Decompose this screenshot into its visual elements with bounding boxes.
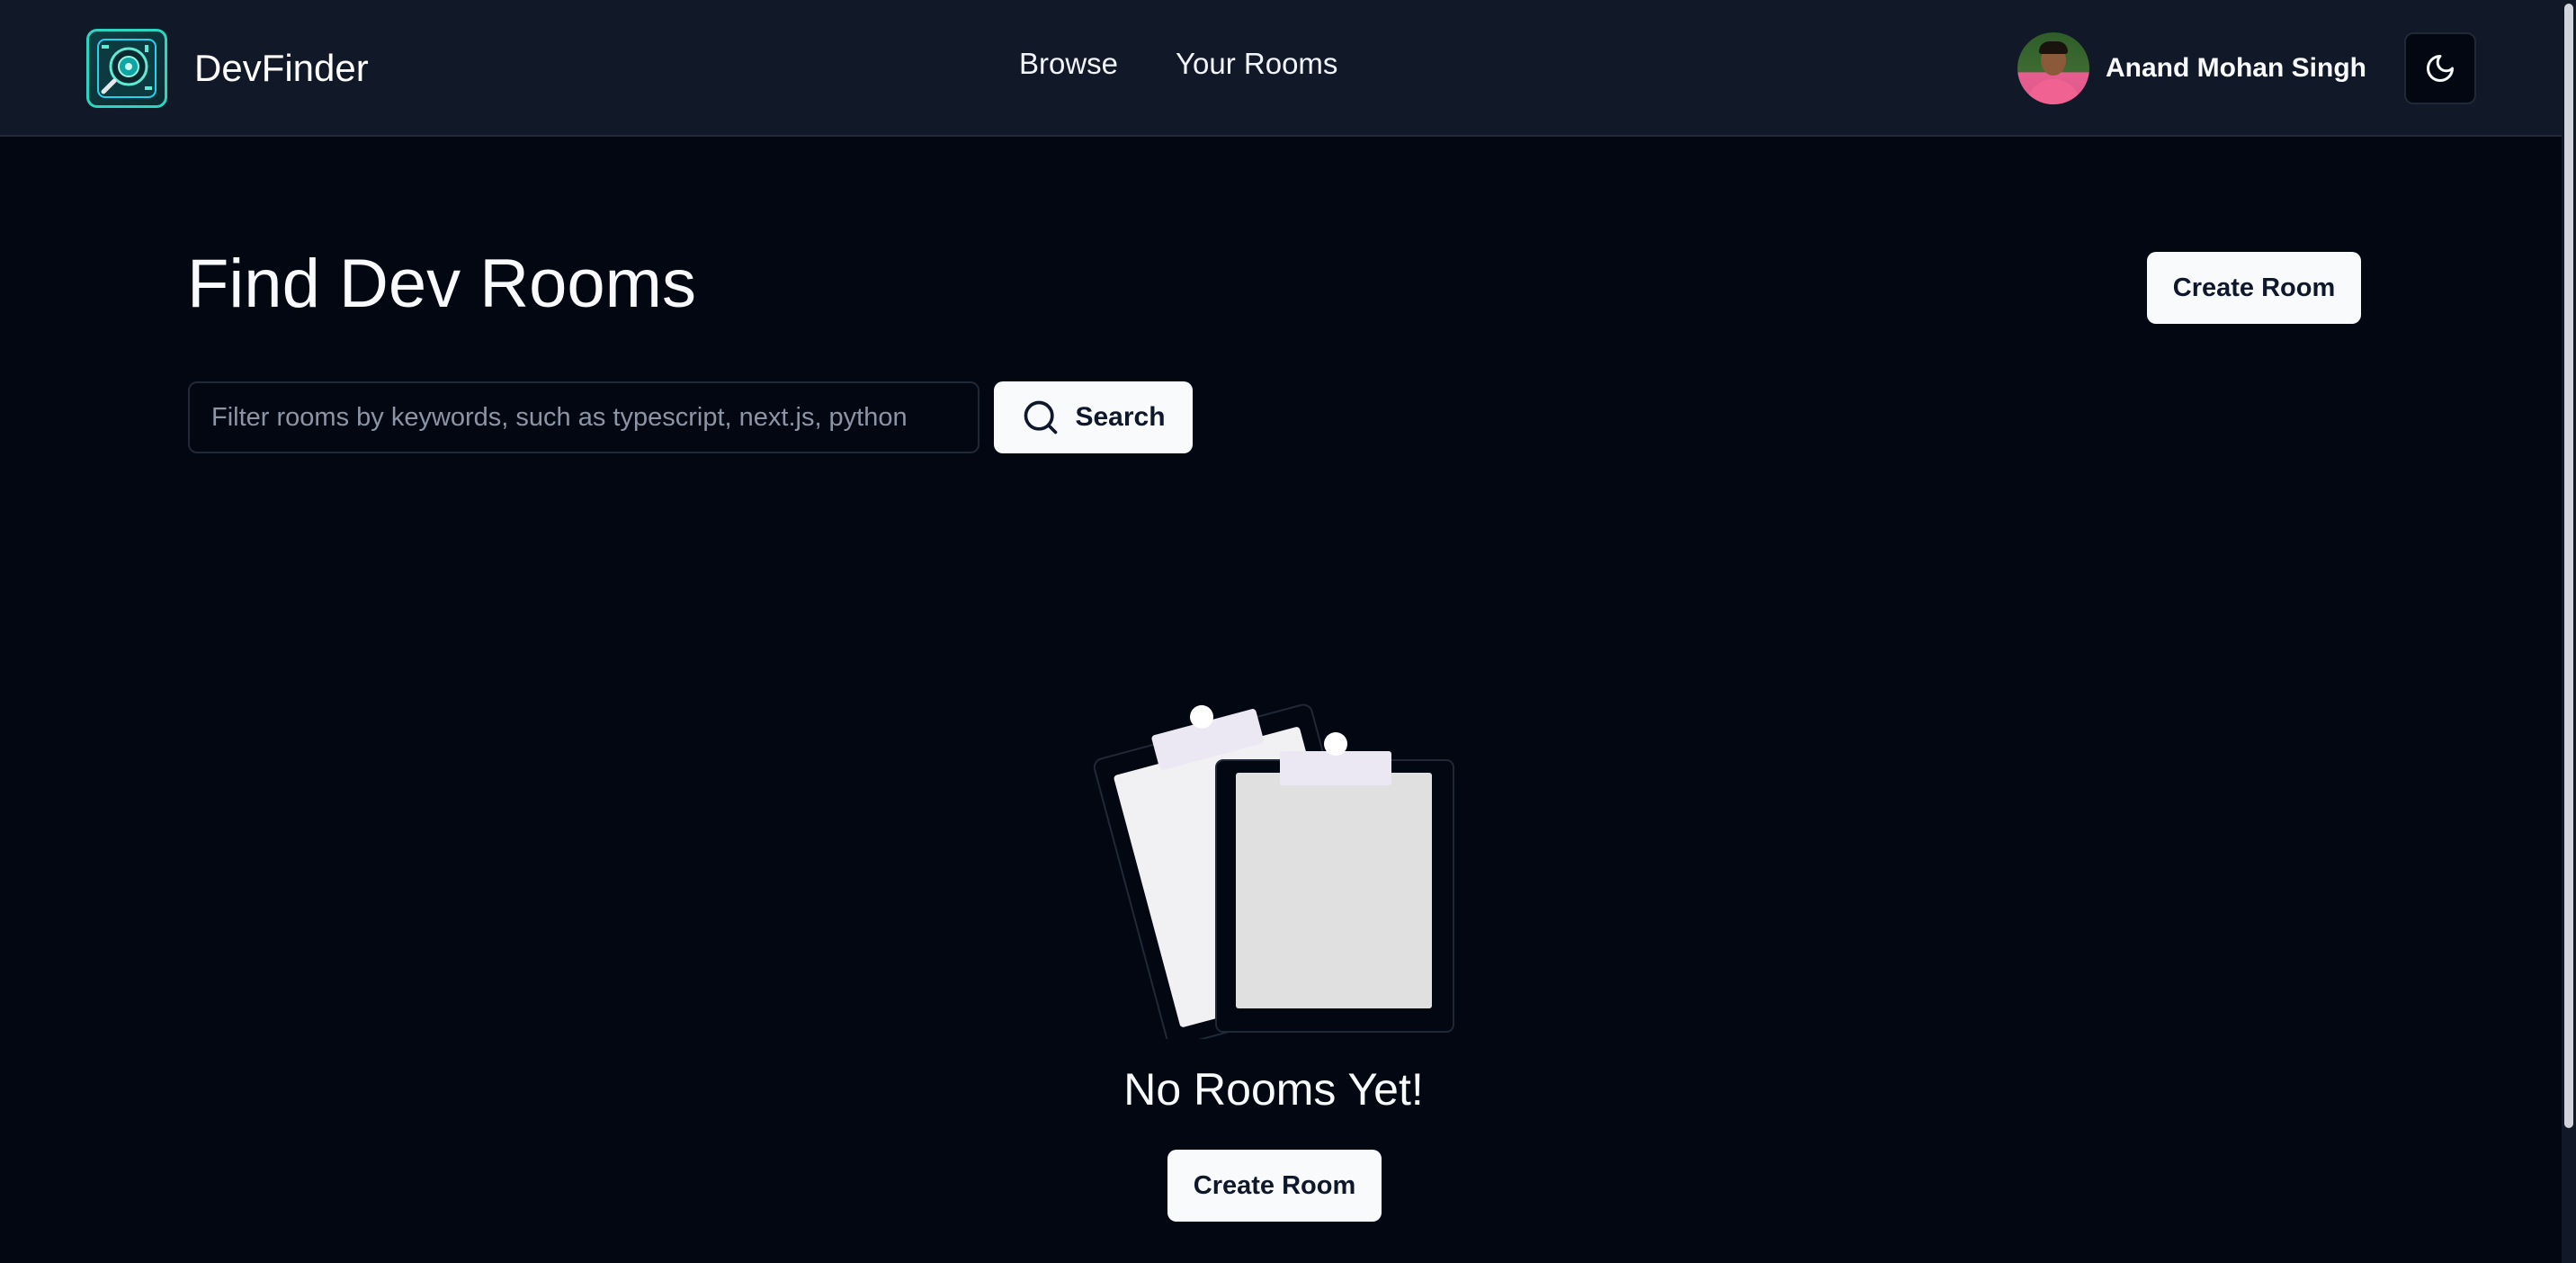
page-title: Find Dev Rooms <box>187 246 696 322</box>
search-input[interactable] <box>188 381 979 453</box>
search-button[interactable]: Search <box>994 381 1193 453</box>
avatar[interactable] <box>2017 32 2089 104</box>
brand-name: DevFinder <box>194 47 369 89</box>
main-nav: Browse Your Rooms <box>1019 47 1337 81</box>
page: DevFinder Browse Your Rooms Anand Mohan … <box>0 0 2576 1263</box>
brand-link[interactable]: DevFinder <box>86 29 369 108</box>
create-room-button[interactable]: Create Room <box>2147 252 2361 324</box>
nav-browse[interactable]: Browse <box>1019 47 1118 81</box>
search-icon <box>1024 400 1058 434</box>
nav-your-rooms[interactable]: Your Rooms <box>1176 47 1337 81</box>
moon-icon <box>2427 55 2454 82</box>
devfinder-logo-icon <box>86 29 167 108</box>
user-menu[interactable]: Anand Mohan Singh <box>2017 32 2366 104</box>
theme-toggle-button[interactable] <box>2404 32 2476 104</box>
empty-state-title: No Rooms Yet! <box>1123 1064 1424 1115</box>
top-navbar: DevFinder Browse Your Rooms Anand Mohan … <box>0 0 2562 137</box>
scrollbar-thumb[interactable] <box>2564 4 2573 1128</box>
empty-rooms-illustration <box>1088 679 1466 1047</box>
page-scrollbar[interactable] <box>2562 0 2576 1263</box>
search-button-label: Search <box>1075 402 1166 432</box>
empty-create-room-button[interactable]: Create Room <box>1167 1150 1382 1222</box>
user-name[interactable]: Anand Mohan Singh <box>2106 53 2366 84</box>
